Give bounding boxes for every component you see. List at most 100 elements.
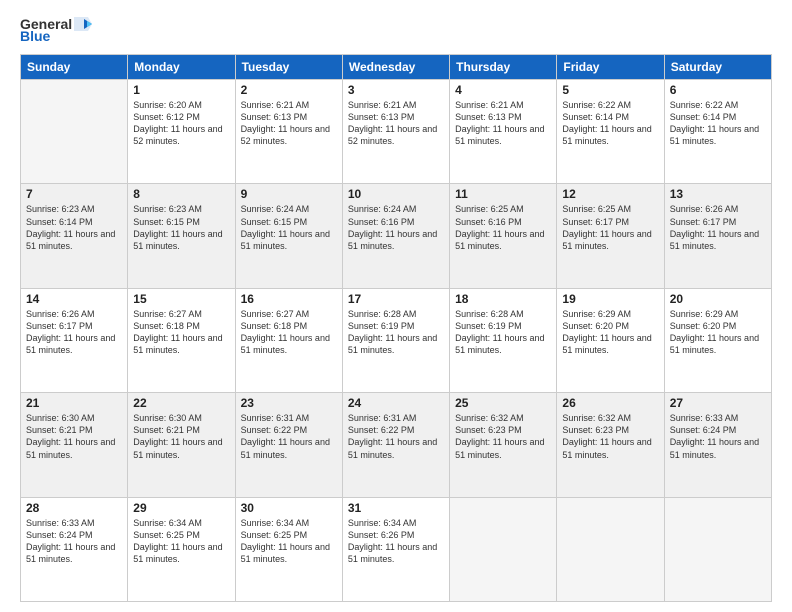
day-number: 4	[455, 83, 551, 97]
calendar-cell: 7Sunrise: 6:23 AM Sunset: 6:14 PM Daylig…	[21, 184, 128, 288]
day-info: Sunrise: 6:33 AM Sunset: 6:24 PM Dayligh…	[670, 412, 766, 461]
calendar-cell: 11Sunrise: 6:25 AM Sunset: 6:16 PM Dayli…	[450, 184, 557, 288]
weekday-header-thursday: Thursday	[450, 55, 557, 80]
day-info: Sunrise: 6:30 AM Sunset: 6:21 PM Dayligh…	[133, 412, 229, 461]
calendar-cell: 23 Sunrise: 6:31 AM Sunset: 6:22 PM Dayli…	[235, 393, 342, 497]
day-number: 16	[241, 292, 337, 306]
calendar-cell: 26 Sunrise: 6:32 AM Sunset: 6:23 PM Dayli…	[557, 393, 664, 497]
week-row-5: 28 Sunrise: 6:33 AM Sunset: 6:24 PM Dayli…	[21, 497, 772, 601]
day-info: Sunrise: 6:27 AM Sunset: 6:18 PM Dayligh…	[133, 308, 229, 357]
day-info: Sunrise: 6:22 AM Sunset: 6:14 PM Dayligh…	[670, 99, 766, 148]
calendar-cell: 24Sunrise: 6:31 AM Sunset: 6:22 PM Dayli…	[342, 393, 449, 497]
day-info: Sunrise: 6:30 AM Sunset: 6:21 PM Dayligh…	[26, 412, 122, 461]
calendar-cell: 21Sunrise: 6:30 AM Sunset: 6:21 PM Dayli…	[21, 393, 128, 497]
calendar-cell: 16 Sunrise: 6:27 AM Sunset: 6:18 PM Dayli…	[235, 288, 342, 392]
calendar-cell: 30Sunrise: 6:34 AM Sunset: 6:25 PM Dayli…	[235, 497, 342, 601]
day-info: Sunrise: 6:26 AM Sunset: 6:17 PM Dayligh…	[26, 308, 122, 357]
calendar-cell: 28 Sunrise: 6:33 AM Sunset: 6:24 PM Dayli…	[21, 497, 128, 601]
day-info: Sunrise: 6:21 AM Sunset: 6:13 PM Dayligh…	[348, 99, 444, 148]
calendar-cell	[557, 497, 664, 601]
weekday-header-wednesday: Wednesday	[342, 55, 449, 80]
day-info: Sunrise: 6:22 AM Sunset: 6:14 PM Dayligh…	[562, 99, 658, 148]
calendar-cell: 20 Sunrise: 6:29 AM Sunset: 6:20 PM Dayli…	[664, 288, 771, 392]
calendar-cell: 31 Sunrise: 6:34 AM Sunset: 6:26 PM Dayli…	[342, 497, 449, 601]
week-row-2: 7Sunrise: 6:23 AM Sunset: 6:14 PM Daylig…	[21, 184, 772, 288]
page-header: General Blue	[20, 16, 772, 44]
day-number: 10	[348, 187, 444, 201]
day-number: 29	[133, 501, 229, 515]
calendar-table: SundayMondayTuesdayWednesdayThursdayFrid…	[20, 54, 772, 602]
logo: General Blue	[20, 16, 92, 44]
calendar-cell	[21, 80, 128, 184]
day-number: 3	[348, 83, 444, 97]
calendar-cell: 10 Sunrise: 6:24 AM Sunset: 6:16 PM Dayli…	[342, 184, 449, 288]
logo-arrow-icon	[74, 17, 92, 31]
day-number: 22	[133, 396, 229, 410]
calendar-cell: 14 Sunrise: 6:26 AM Sunset: 6:17 PM Dayli…	[21, 288, 128, 392]
calendar-cell: 22 Sunrise: 6:30 AM Sunset: 6:21 PM Dayli…	[128, 393, 235, 497]
day-number: 20	[670, 292, 766, 306]
calendar-cell: 13Sunrise: 6:26 AM Sunset: 6:17 PM Dayli…	[664, 184, 771, 288]
day-number: 12	[562, 187, 658, 201]
day-number: 2	[241, 83, 337, 97]
calendar-cell: 9 Sunrise: 6:24 AM Sunset: 6:15 PM Daylig…	[235, 184, 342, 288]
day-info: Sunrise: 6:33 AM Sunset: 6:24 PM Dayligh…	[26, 517, 122, 566]
day-number: 17	[348, 292, 444, 306]
day-number: 5	[562, 83, 658, 97]
day-number: 28	[26, 501, 122, 515]
day-number: 8	[133, 187, 229, 201]
week-row-3: 14 Sunrise: 6:26 AM Sunset: 6:17 PM Dayli…	[21, 288, 772, 392]
day-number: 14	[26, 292, 122, 306]
week-row-1: 1Sunrise: 6:20 AM Sunset: 6:12 PM Daylig…	[21, 80, 772, 184]
calendar-cell	[450, 497, 557, 601]
calendar-cell	[664, 497, 771, 601]
day-number: 25	[455, 396, 551, 410]
calendar-cell: 4 Sunrise: 6:21 AM Sunset: 6:13 PM Daylig…	[450, 80, 557, 184]
calendar-cell: 5 Sunrise: 6:22 AM Sunset: 6:14 PM Daylig…	[557, 80, 664, 184]
calendar-cell: 18 Sunrise: 6:28 AM Sunset: 6:19 PM Dayli…	[450, 288, 557, 392]
day-number: 11	[455, 187, 551, 201]
calendar-page: General Blue SundayMondayTuesdayWednesda…	[0, 0, 792, 612]
calendar-cell: 25 Sunrise: 6:32 AM Sunset: 6:23 PM Dayli…	[450, 393, 557, 497]
day-info: Sunrise: 6:32 AM Sunset: 6:23 PM Dayligh…	[455, 412, 551, 461]
weekday-header-sunday: Sunday	[21, 55, 128, 80]
day-info: Sunrise: 6:20 AM Sunset: 6:12 PM Dayligh…	[133, 99, 229, 148]
day-number: 24	[348, 396, 444, 410]
day-number: 13	[670, 187, 766, 201]
day-info: Sunrise: 6:21 AM Sunset: 6:13 PM Dayligh…	[241, 99, 337, 148]
weekday-header-tuesday: Tuesday	[235, 55, 342, 80]
day-info: Sunrise: 6:21 AM Sunset: 6:13 PM Dayligh…	[455, 99, 551, 148]
day-number: 15	[133, 292, 229, 306]
day-info: Sunrise: 6:23 AM Sunset: 6:14 PM Dayligh…	[26, 203, 122, 252]
day-info: Sunrise: 6:29 AM Sunset: 6:20 PM Dayligh…	[670, 308, 766, 357]
day-number: 9	[241, 187, 337, 201]
day-info: Sunrise: 6:24 AM Sunset: 6:16 PM Dayligh…	[348, 203, 444, 252]
calendar-cell: 29 Sunrise: 6:34 AM Sunset: 6:25 PM Dayli…	[128, 497, 235, 601]
day-info: Sunrise: 6:28 AM Sunset: 6:19 PM Dayligh…	[348, 308, 444, 357]
day-info: Sunrise: 6:34 AM Sunset: 6:26 PM Dayligh…	[348, 517, 444, 566]
day-info: Sunrise: 6:31 AM Sunset: 6:22 PM Dayligh…	[241, 412, 337, 461]
day-info: Sunrise: 6:28 AM Sunset: 6:19 PM Dayligh…	[455, 308, 551, 357]
day-number: 23	[241, 396, 337, 410]
weekday-header-row: SundayMondayTuesdayWednesdayThursdayFrid…	[21, 55, 772, 80]
day-info: Sunrise: 6:34 AM Sunset: 6:25 PM Dayligh…	[241, 517, 337, 566]
day-number: 6	[670, 83, 766, 97]
logo-blue: Blue	[20, 28, 50, 44]
day-info: Sunrise: 6:24 AM Sunset: 6:15 PM Dayligh…	[241, 203, 337, 252]
day-info: Sunrise: 6:32 AM Sunset: 6:23 PM Dayligh…	[562, 412, 658, 461]
day-number: 19	[562, 292, 658, 306]
weekday-header-monday: Monday	[128, 55, 235, 80]
weekday-header-saturday: Saturday	[664, 55, 771, 80]
day-number: 26	[562, 396, 658, 410]
calendar-cell: 8Sunrise: 6:23 AM Sunset: 6:15 PM Daylig…	[128, 184, 235, 288]
weekday-header-friday: Friday	[557, 55, 664, 80]
calendar-cell: 1Sunrise: 6:20 AM Sunset: 6:12 PM Daylig…	[128, 80, 235, 184]
day-number: 27	[670, 396, 766, 410]
day-info: Sunrise: 6:34 AM Sunset: 6:25 PM Dayligh…	[133, 517, 229, 566]
day-number: 18	[455, 292, 551, 306]
calendar-cell: 2 Sunrise: 6:21 AM Sunset: 6:13 PM Daylig…	[235, 80, 342, 184]
week-row-4: 21Sunrise: 6:30 AM Sunset: 6:21 PM Dayli…	[21, 393, 772, 497]
day-info: Sunrise: 6:27 AM Sunset: 6:18 PM Dayligh…	[241, 308, 337, 357]
calendar-cell: 27 Sunrise: 6:33 AM Sunset: 6:24 PM Dayli…	[664, 393, 771, 497]
day-number: 31	[348, 501, 444, 515]
